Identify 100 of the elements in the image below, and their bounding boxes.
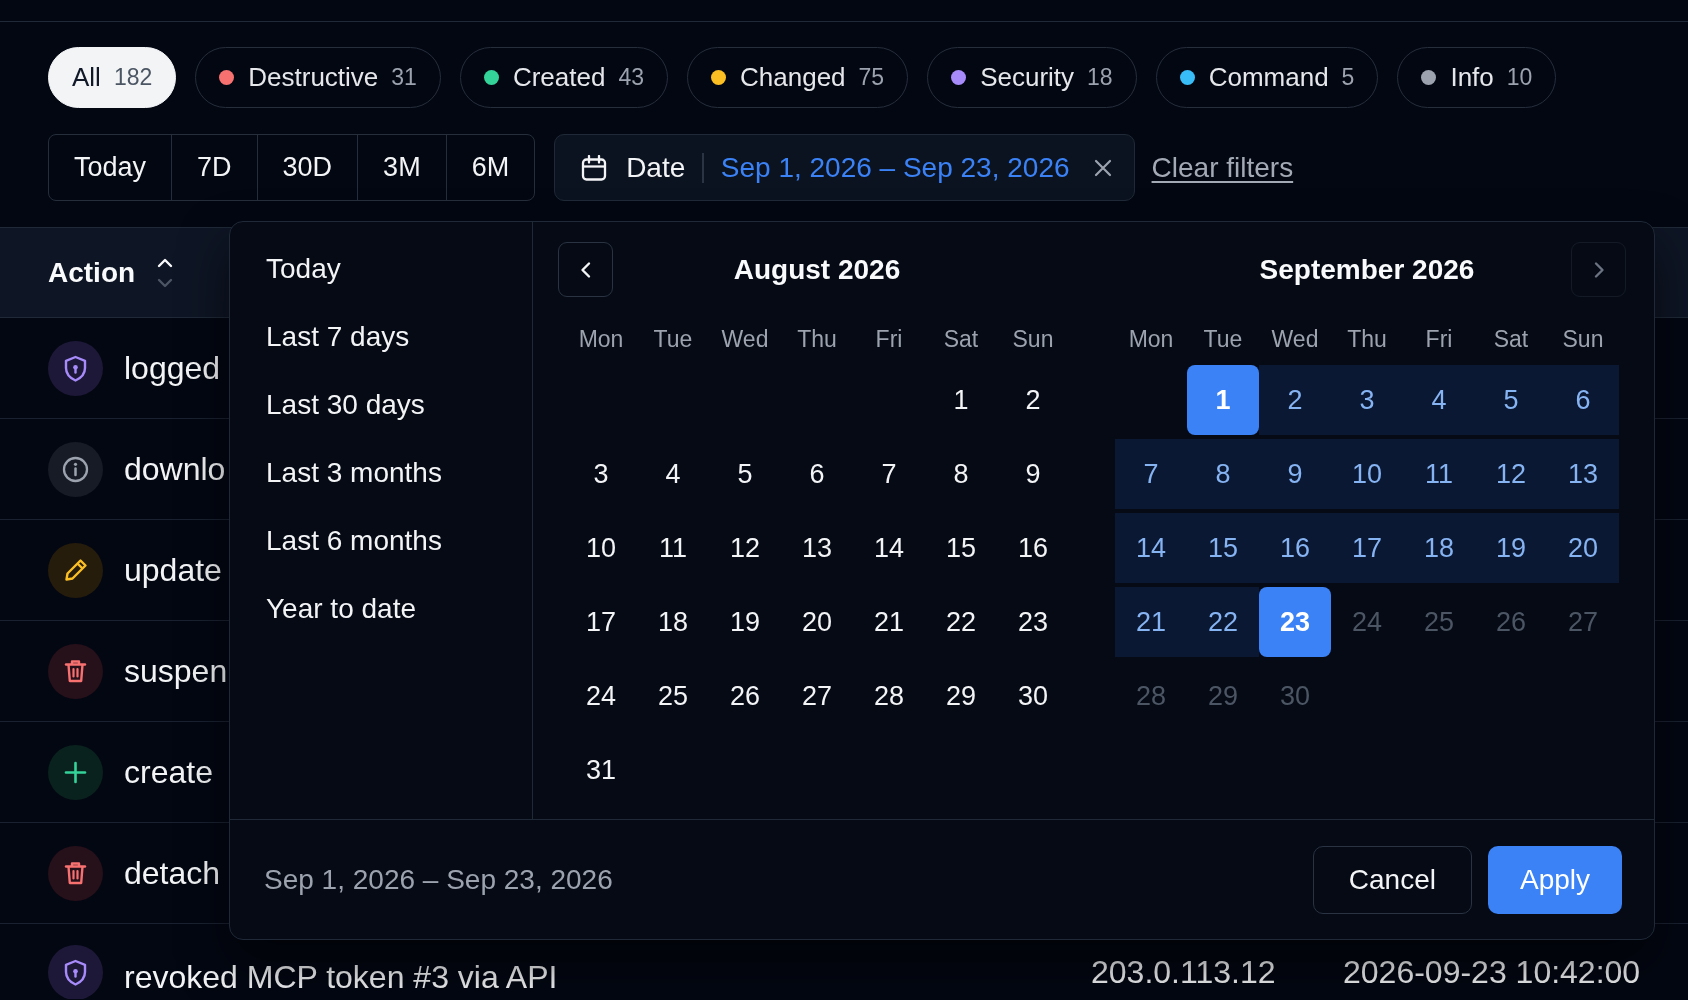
day-cell[interactable]: 6: [1547, 365, 1619, 435]
month-title: September 2026: [1259, 253, 1475, 286]
column-header[interactable]: Action: [48, 254, 176, 291]
table-cell: create: [124, 753, 213, 791]
day-cell[interactable]: 18: [1403, 513, 1475, 583]
day-cell[interactable]: 3: [1331, 365, 1403, 435]
day-cell[interactable]: 12: [709, 513, 781, 583]
calendar-icon: [581, 154, 608, 181]
day-cell[interactable]: 1: [1187, 365, 1259, 435]
day-cell[interactable]: 30: [997, 661, 1069, 731]
day-cell[interactable]: 2: [997, 365, 1069, 435]
range-tab[interactable]: 7D: [171, 135, 257, 200]
weekday-label: Sat: [943, 325, 979, 353]
close-icon[interactable]: [1093, 158, 1112, 177]
preset-option[interactable]: Last 7 days: [254, 313, 422, 361]
day-cell[interactable]: 7: [1115, 439, 1187, 509]
category-count: 18: [1087, 64, 1113, 91]
weekday-label: Sun: [1012, 325, 1054, 353]
preset-option[interactable]: Last 3 months: [254, 449, 454, 497]
weekday-label: Mon: [578, 325, 624, 353]
cancel-button[interactable]: Cancel: [1312, 845, 1472, 914]
day-cell[interactable]: 20: [1547, 513, 1619, 583]
table-cell-text: 2026-09-23 10:42:00: [1343, 953, 1642, 991]
preset-option[interactable]: Last 30 days: [254, 381, 437, 429]
day-cell[interactable]: 21: [853, 587, 925, 657]
day-cell[interactable]: 27: [781, 661, 853, 731]
trash-icon: [48, 845, 103, 901]
day-cell[interactable]: 24: [565, 661, 637, 731]
day-cell[interactable]: 23: [997, 587, 1069, 657]
day-cell[interactable]: 1: [925, 365, 997, 435]
day-cell[interactable]: 13: [1547, 439, 1619, 509]
weekday-label: Wed: [721, 325, 769, 353]
day-cell[interactable]: 16: [997, 513, 1069, 583]
day-cell[interactable]: 10: [1331, 439, 1403, 509]
day-cell[interactable]: 21: [1115, 587, 1187, 657]
pencil-icon: [48, 542, 103, 598]
day-cell[interactable]: 18: [637, 587, 709, 657]
date-filter-field[interactable]: Date Sep 1, 2026 – Sep 23, 2026: [554, 134, 1135, 201]
weekday-label: Thu: [797, 325, 837, 353]
day-cell[interactable]: 9: [997, 439, 1069, 509]
day-cell[interactable]: 11: [1403, 439, 1475, 509]
preset-option[interactable]: Last 6 months: [254, 517, 454, 565]
range-tab[interactable]: 30D: [256, 135, 358, 200]
day-cell[interactable]: 3: [565, 439, 637, 509]
day-cell[interactable]: 19: [1475, 513, 1547, 583]
info-icon: [48, 441, 103, 497]
preset-option[interactable]: Today: [254, 245, 353, 293]
category-count: 75: [858, 64, 885, 91]
day-cell[interactable]: 26: [709, 661, 781, 731]
range-tab[interactable]: 3M: [357, 135, 446, 200]
weekday-label: Wed: [1271, 325, 1319, 353]
table-cell: logged: [124, 349, 221, 387]
category-count: 10: [1506, 64, 1533, 91]
day-cell[interactable]: 11: [637, 513, 709, 583]
day-cell[interactable]: 2: [1259, 365, 1331, 435]
apply-button[interactable]: Apply: [1487, 845, 1622, 914]
day-cell[interactable]: 5: [1475, 365, 1547, 435]
range-tab[interactable]: 6M: [445, 135, 535, 200]
day-cell[interactable]: 17: [1331, 513, 1403, 583]
weekday-label: Mon: [1128, 325, 1174, 353]
day-cell[interactable]: 8: [925, 439, 997, 509]
weekday-label: Thu: [1347, 325, 1387, 353]
plus-icon: [48, 744, 103, 800]
weekday-label: Tue: [653, 325, 693, 353]
day-cell[interactable]: 22: [1187, 587, 1259, 657]
day-cell[interactable]: 7: [853, 439, 925, 509]
day-cell[interactable]: 5: [709, 439, 781, 509]
day-cell[interactable]: 19: [709, 587, 781, 657]
table-cell: detach: [124, 854, 221, 892]
day-cell[interactable]: 25: [637, 661, 709, 731]
day-cell[interactable]: 8: [1187, 439, 1259, 509]
day-cell[interactable]: 20: [781, 587, 853, 657]
day-cell[interactable]: 15: [925, 513, 997, 583]
day-cell[interactable]: 16: [1259, 513, 1331, 583]
table-cell: update: [124, 551, 222, 589]
clear-filters-link[interactable]: Clear filters: [1151, 151, 1294, 184]
day-cell[interactable]: 15: [1187, 513, 1259, 583]
day-cell[interactable]: 14: [853, 513, 925, 583]
day-cell[interactable]: 29: [925, 661, 997, 731]
range-tab[interactable]: Today: [49, 135, 172, 200]
day-cell[interactable]: 28: [853, 661, 925, 731]
month-title: August 2026: [733, 253, 901, 286]
preset-option[interactable]: Year to date: [254, 585, 428, 633]
day-cell[interactable]: 17: [565, 587, 637, 657]
weekday-label: Tue: [1203, 325, 1243, 353]
day-cell[interactable]: 13: [781, 513, 853, 583]
day-cell[interactable]: 23: [1259, 587, 1331, 657]
category-count: 31: [391, 64, 417, 91]
day-cell[interactable]: 12: [1475, 439, 1547, 509]
category-count: 182: [113, 64, 153, 91]
day-cell[interactable]: 22: [925, 587, 997, 657]
day-cell[interactable]: 31: [565, 735, 637, 805]
day-cell[interactable]: 10: [565, 513, 637, 583]
day-cell[interactable]: 4: [1403, 365, 1475, 435]
day-cell[interactable]: 14: [1115, 513, 1187, 583]
day-cell[interactable]: 9: [1259, 439, 1331, 509]
day-cell[interactable]: 4: [637, 439, 709, 509]
date-label: Date: [626, 151, 686, 184]
filter-chip[interactable]: All 182: [48, 47, 177, 108]
day-cell[interactable]: 6: [781, 439, 853, 509]
